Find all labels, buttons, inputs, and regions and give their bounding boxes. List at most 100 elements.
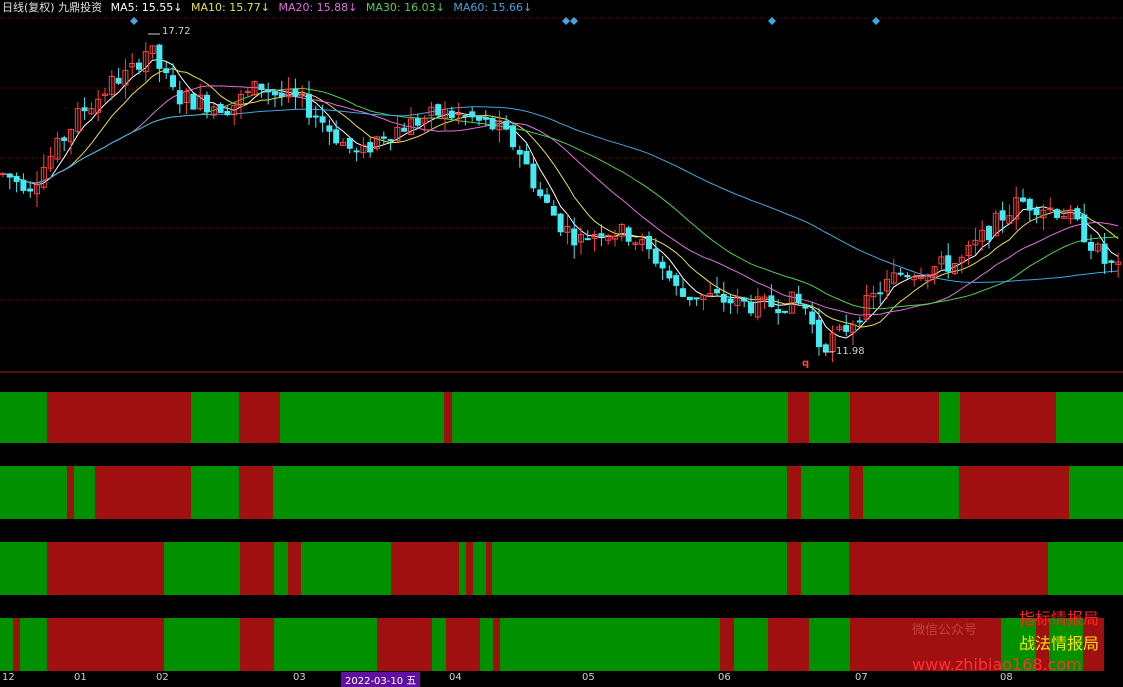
band-1-segment [788,392,809,443]
candle-body [380,136,387,139]
candle-body [13,175,20,182]
candle-body [510,125,516,148]
candle-body [258,83,265,91]
candle-body [741,297,748,302]
band-2-segment [787,466,801,519]
band-1-segment [47,392,191,443]
ma10-line [2,68,1119,328]
candle-body [809,311,816,325]
candle-body [768,295,775,307]
candle-body [999,210,1006,221]
band-4-segment [480,618,493,671]
time-label-05: 05 [582,672,595,683]
candle-body [550,205,557,216]
candle-body [81,107,88,112]
candle-body [686,296,693,301]
band-1-segment [191,392,239,443]
band-3-segment [459,542,466,595]
band-4-segment [734,618,768,671]
band-3-segment [466,542,473,595]
candle-body [1081,214,1088,243]
time-label-04: 04 [449,672,462,683]
band-1-segment [0,392,47,443]
band-3-segment [391,542,459,595]
candlestick-chart[interactable] [0,0,1123,681]
band-1-segment [444,392,452,443]
candle-body [204,94,210,113]
band-2-segment [959,466,1069,519]
band-4-segment [274,618,377,671]
marker-q: q [802,358,810,369]
band-3-segment [301,542,391,595]
band-4-segment [500,618,720,671]
band-2-segment [273,466,787,519]
band-3-segment [492,542,787,595]
band-4-segment [240,618,274,671]
candle-body [401,127,408,132]
band-1-segment [809,392,850,443]
candle-body [720,293,727,303]
candle-body [680,288,686,297]
band-2-segment [863,466,959,519]
band-4-segment [809,618,850,671]
candle-body [856,320,863,323]
candle-body [652,248,659,264]
time-label-cursor-date[interactable]: 2022-03-10 五 [341,672,421,687]
candle-body [646,235,652,250]
candle-body [163,68,170,74]
candle-body [136,62,142,70]
candle-body [877,292,884,295]
band-3-segment [473,542,486,595]
candle-body [1033,208,1040,216]
band-1-segment [280,392,444,443]
band-3-segment [486,542,492,595]
candle-body [802,304,809,309]
candle-body [489,117,496,130]
candle-body [312,115,319,118]
candle-body [503,120,510,130]
candle-body [462,115,469,118]
candle-body [176,90,183,105]
time-label-07: 07 [855,672,868,683]
candle-body [278,92,285,98]
candle-body [775,309,782,314]
band-4-segment [47,618,164,671]
candle-body [346,138,353,149]
watermark-url: www.zhibiao168.com [912,655,1082,674]
candle-body [584,238,591,241]
band-2-segment [74,466,95,519]
candle-body [61,137,68,141]
candle-body [0,173,6,176]
band-2-segment [849,466,863,519]
candle-body [945,255,952,272]
band-3-segment [787,542,801,595]
band-4-segment [20,618,47,671]
candle-body [115,77,122,84]
band-3-segment [164,542,240,595]
band-2-segment [801,466,849,519]
candle-body [904,275,911,278]
signal-diamond-icon [768,17,776,25]
time-label-01: 01 [74,672,87,683]
band-4-segment [164,618,240,671]
band-2-segment [95,466,191,519]
watermark-line1: 指标情报局 [1019,609,1100,628]
band-2-segment [239,466,273,519]
band-1-segment [960,392,1056,443]
candle-body [20,179,27,191]
candle-body [673,275,680,286]
candle-body [482,117,489,120]
candle-body [986,225,992,241]
candle-body [292,88,299,97]
candle-body [326,125,333,132]
candle-body [319,116,326,123]
candle-body [414,118,421,126]
band-4-segment [377,618,432,671]
candle-body [666,270,673,279]
candle-body [224,110,231,116]
candle-body [822,344,829,353]
candle-body [333,129,340,144]
candle-body [156,44,163,69]
candle-body [523,150,530,165]
band-2-segment [0,466,67,519]
